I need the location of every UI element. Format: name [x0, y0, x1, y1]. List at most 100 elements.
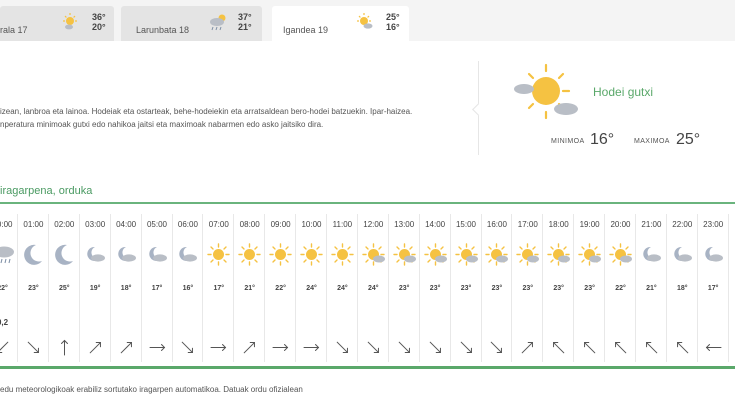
sun-cloud-icon	[547, 243, 571, 266]
tab-day-18[interactable]: Larunbata 18 37° 21°	[121, 6, 262, 41]
hour-temperature: 18°	[677, 285, 688, 292]
moon-cloud-icon	[674, 246, 692, 262]
hour-time: 17:00	[517, 220, 538, 229]
tab-max-temp: 25°	[386, 12, 400, 22]
sky-condition: Hodei gutxi	[593, 85, 654, 99]
sun-icon	[207, 243, 230, 266]
tab-max-temp: 37°	[238, 12, 252, 22]
tab-label: Igandea 19	[283, 25, 329, 35]
wind-arrow-se-icon	[460, 341, 472, 353]
wind-arrow-nw-icon	[645, 342, 658, 354]
moon-icon	[24, 244, 42, 265]
hour-temperature: 18°	[120, 285, 132, 292]
sun-cloud-icon	[514, 63, 578, 120]
sun-cloud-icon	[357, 13, 373, 29]
hour-temperature: 23°	[584, 285, 595, 292]
hour-column: 22:00 18°	[667, 212, 698, 364]
hour-time: 23:00	[703, 220, 724, 229]
sun-cloud-icon	[423, 243, 447, 266]
wind-arrow-e-icon	[149, 344, 165, 351]
hour-temperature: 23°	[553, 285, 564, 292]
hour-temperature: 24°	[337, 285, 348, 292]
hour-column: 07:00 17°	[203, 212, 235, 364]
summary-divider-notch	[472, 103, 485, 116]
wind-arrow-nw-icon	[676, 342, 689, 354]
sun-icon	[238, 243, 261, 266]
sun-icon	[269, 243, 292, 266]
wind-arrow-se-icon	[429, 341, 441, 353]
wind-arrow-se-icon	[398, 341, 410, 353]
wind-arrow-ne-icon	[521, 342, 534, 354]
hour-time: 19:00	[579, 220, 600, 229]
hour-time: 12:00	[363, 220, 384, 229]
hour-column: 11:00 24°	[327, 212, 358, 364]
wind-arrow-se-icon	[491, 341, 503, 353]
wind-arrow-e-icon	[303, 344, 320, 351]
hour-temperature: 19°	[89, 285, 101, 292]
hour-temperature: 21°	[244, 285, 255, 292]
hour-column: 06:00 16°	[172, 212, 204, 364]
moon-icon	[54, 244, 73, 265]
tab-max-temp: 36°	[92, 12, 106, 22]
hour-temperature: 24°	[368, 285, 379, 292]
hour-temperature: 17°	[151, 285, 163, 292]
wind-arrow-se-icon	[367, 341, 379, 353]
hour-time: 15:00	[455, 220, 477, 229]
hour-time: 01:00	[23, 220, 44, 229]
sun-cloud-icon	[392, 243, 416, 266]
hour-column: 00:00 22° 0,2	[0, 212, 18, 364]
hour-time: 21:00	[641, 220, 662, 229]
hour-time: 06:00	[177, 220, 198, 229]
sun-cloud-icon	[63, 13, 77, 30]
bottom-accent-line	[0, 366, 735, 369]
min-temp-label: MINIMOA	[551, 138, 585, 145]
tab-day-17[interactable]: irala 17 36° 20°	[0, 6, 114, 41]
wind-arrow-ne-icon	[89, 342, 101, 354]
description-line: izean, lanbroa eta lainoa. Hodeiak eta o…	[0, 107, 413, 116]
moon-cloud-icon	[179, 246, 198, 262]
hour-column: 10:00 24°	[296, 212, 327, 364]
max-temp-value: 25°	[676, 131, 701, 148]
hour-column: 19:00 23°	[574, 212, 606, 364]
hour-column: 18:00 23°	[543, 212, 575, 364]
wind-arrow-nw-icon	[553, 342, 565, 354]
hour-temperature: 23°	[28, 285, 39, 292]
hour-column: 03:00 19°	[80, 212, 111, 364]
hour-time: 11:00	[332, 220, 353, 229]
tab-label: Larunbata 18	[136, 25, 190, 35]
moon-cloud-icon	[643, 246, 661, 262]
hour-precipitation: 0,2	[0, 318, 9, 327]
hour-time: 14:00	[425, 220, 446, 229]
sun-cloud-icon	[516, 243, 540, 266]
hour-temperature: 21°	[646, 285, 657, 292]
wind-arrow-se-icon	[336, 341, 348, 353]
column-separator	[727, 214, 729, 362]
tab-label: irala 17	[0, 25, 28, 35]
hour-temperature: 23°	[429, 285, 441, 292]
hour-time: 00:00	[0, 220, 13, 229]
hour-time: 16:00	[486, 220, 507, 229]
tab-day-19[interactable]: Igandea 19 25° 16°	[272, 6, 409, 41]
hour-column: 09:00 22°	[265, 212, 297, 364]
hour-time: 13:00	[394, 220, 415, 229]
hour-temperature: 22°	[275, 285, 286, 292]
wind-arrow-ne-icon	[243, 342, 256, 354]
cloud-rain-sun-icon	[210, 14, 226, 31]
hour-time: 09:00	[270, 220, 291, 229]
hour-time: 10:00	[301, 220, 322, 229]
wind-arrow-nw-icon	[584, 342, 596, 354]
hour-temperature: 16°	[182, 285, 194, 292]
wind-arrow-e-icon	[210, 344, 227, 351]
hour-temperature: 17°	[213, 285, 225, 292]
hour-column: 17:00 23°	[512, 212, 544, 364]
hour-time: 08:00	[239, 220, 260, 229]
sun-cloud-icon	[609, 243, 632, 266]
cloud-rain-icon	[0, 246, 14, 264]
hour-temperature: 23°	[491, 285, 503, 292]
day-tab-strip: irala 17 36° 20° Larunbata 18 37° 21° Ig…	[0, 0, 735, 41]
sun-icon	[300, 243, 323, 266]
tab-min-temp: 20°	[92, 22, 106, 32]
hour-time: 03:00	[85, 220, 106, 229]
description-line: nperatura minimoak gutxi edo nahikoa jai…	[0, 120, 324, 129]
wind-arrow-se-icon	[182, 341, 194, 353]
